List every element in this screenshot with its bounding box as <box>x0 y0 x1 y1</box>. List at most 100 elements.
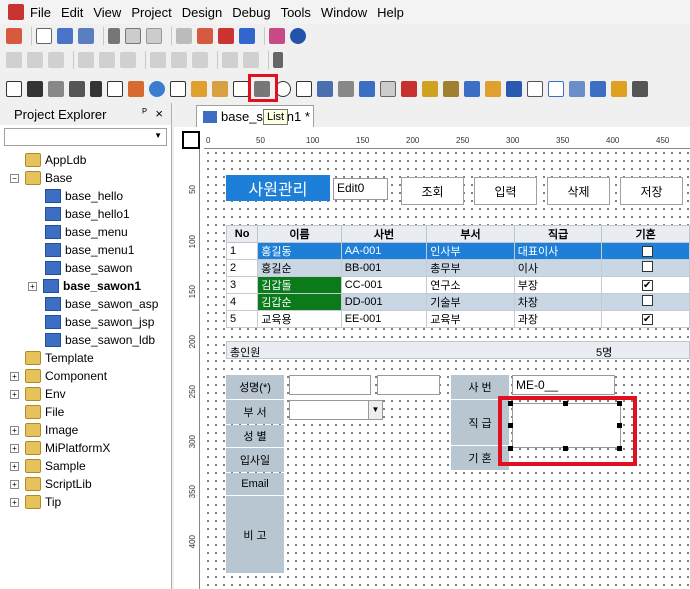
build-icon[interactable] <box>197 28 213 44</box>
combo-icon[interactable] <box>128 81 144 97</box>
save-button[interactable]: 저장 <box>620 177 683 205</box>
tree-item[interactable]: base_sawon_asp <box>0 295 172 313</box>
run-icon[interactable] <box>218 28 234 44</box>
table-row[interactable]: 2 홍길순 BB-001 총무부 이사 <box>225 259 690 277</box>
table-row[interactable]: 4 김갑순 DD-001 기술부 차장 <box>225 293 690 311</box>
menu-view[interactable]: View <box>93 5 121 20</box>
table-row[interactable]: 3 김갑돌 CC-001 연구소 부장 ✔ <box>225 276 690 294</box>
name-field-2[interactable] <box>377 375 440 395</box>
tab-icon[interactable] <box>212 81 228 97</box>
form-canvas[interactable]: 사원관리 Edit0 조회 입력 삭제 저장 No 이름 사번 부서 직급 기혼… <box>204 149 690 589</box>
tab-base-sawon1[interactable]: base_sawon1 * <box>196 105 314 127</box>
cut-icon[interactable] <box>108 28 120 44</box>
button-icon[interactable] <box>380 81 396 97</box>
tree-item[interactable]: Template <box>0 349 172 367</box>
tree-item[interactable]: File <box>0 403 172 421</box>
expand-icon[interactable]: + <box>10 389 19 399</box>
edit-icon[interactable] <box>296 81 312 97</box>
tools-icon[interactable] <box>269 28 285 44</box>
help-icon[interactable] <box>290 28 306 44</box>
align-bottom-icon[interactable] <box>120 52 136 68</box>
save-all-icon[interactable] <box>78 28 94 44</box>
checkbox[interactable]: ✔ <box>641 246 653 257</box>
pointer-icon[interactable] <box>6 81 22 97</box>
column-header[interactable]: 사번 <box>340 225 428 243</box>
copy-icon[interactable] <box>125 28 141 44</box>
same-width-icon[interactable] <box>150 52 166 68</box>
menu-help[interactable]: Help <box>377 5 404 20</box>
split-icon[interactable] <box>569 81 585 97</box>
line-icon[interactable] <box>90 81 102 97</box>
new-project-icon[interactable] <box>6 28 22 44</box>
align-top-icon[interactable] <box>78 52 94 68</box>
print-icon[interactable] <box>176 28 192 44</box>
activex-icon[interactable] <box>632 81 648 97</box>
same-height-icon[interactable] <box>171 52 187 68</box>
close-icon[interactable]: × <box>155 106 163 121</box>
wizard-icon[interactable] <box>611 81 627 97</box>
delete-button[interactable]: 삭제 <box>547 177 610 205</box>
checkbox[interactable] <box>641 295 653 306</box>
tree-item[interactable]: + Env <box>0 385 172 403</box>
space-v-icon[interactable] <box>243 52 259 68</box>
column-header[interactable]: 부서 <box>426 225 515 243</box>
search-button[interactable]: 조회 <box>401 177 464 205</box>
list-button-highlight[interactable] <box>248 74 278 102</box>
align-right-icon[interactable] <box>48 52 64 68</box>
column-header[interactable]: 직급 <box>513 225 603 243</box>
tree-item[interactable]: base_hello1 <box>0 205 172 223</box>
textarea-icon[interactable] <box>317 81 333 97</box>
expand-icon[interactable]: + <box>10 443 19 453</box>
tree-item[interactable]: base_sawon_ldb <box>0 331 172 349</box>
tree-item[interactable]: base_menu <box>0 223 172 241</box>
table-icon[interactable] <box>359 81 375 97</box>
progress-icon[interactable] <box>464 81 480 97</box>
table-row[interactable]: 5 교육용 EE-001 교육부 과장 ✔ <box>225 310 690 328</box>
expand-icon[interactable]: + <box>10 371 19 381</box>
expand-icon[interactable]: + <box>28 281 37 291</box>
expand-icon[interactable]: + <box>10 497 19 507</box>
tree-item[interactable]: base_sawon <box>0 259 172 277</box>
space-h-icon[interactable] <box>222 52 238 68</box>
insert-button[interactable]: 입력 <box>474 177 537 205</box>
calendar-icon[interactable] <box>338 81 354 97</box>
tree-item[interactable]: base_sawon_jsp <box>0 313 172 331</box>
tree-item[interactable]: base_hello <box>0 187 172 205</box>
new-file-icon[interactable] <box>36 28 52 44</box>
image-icon[interactable] <box>191 81 207 97</box>
tree-item[interactable]: + ScriptLib <box>0 475 172 493</box>
menu-icon[interactable] <box>422 81 438 97</box>
expand-icon[interactable]: + <box>10 461 19 471</box>
static-icon[interactable] <box>27 81 43 97</box>
web-icon[interactable] <box>527 81 543 97</box>
pin-icon[interactable]: ᴾ <box>142 107 147 119</box>
project-selector[interactable]: ▼ <box>4 128 167 146</box>
paste-icon[interactable] <box>146 28 162 44</box>
menu-project[interactable]: Project <box>131 5 171 20</box>
dept-combo[interactable]: ▼ <box>289 400 383 420</box>
menu-tools[interactable]: Tools <box>281 5 311 20</box>
graph-icon[interactable] <box>443 81 459 97</box>
align-left-icon[interactable] <box>6 52 22 68</box>
column-header[interactable]: 이름 <box>257 225 342 243</box>
checkbox[interactable]: ✔ <box>641 280 653 291</box>
dataset-icon[interactable] <box>590 81 606 97</box>
checkbox-icon[interactable] <box>170 81 186 97</box>
list-icon[interactable] <box>233 81 249 97</box>
column-header[interactable]: No <box>225 225 259 243</box>
tree-item[interactable]: + Component <box>0 367 172 385</box>
chevron-down-icon[interactable]: ▼ <box>368 401 382 419</box>
tree-item[interactable]: + MiPlatformX <box>0 439 172 457</box>
circle-icon[interactable] <box>149 81 165 97</box>
collapse-icon[interactable]: − <box>10 173 19 183</box>
shape-icon[interactable] <box>69 81 85 97</box>
expand-icon[interactable]: + <box>10 479 19 489</box>
menu-window[interactable]: Window <box>321 5 367 20</box>
expand-icon[interactable]: + <box>10 425 19 435</box>
checkbox[interactable] <box>641 261 653 272</box>
tree-item[interactable]: + base_sawon1 <box>0 277 172 295</box>
align-middle-icon[interactable] <box>99 52 115 68</box>
chart-icon[interactable] <box>401 81 417 97</box>
id-field[interactable]: ME-0__ <box>512 375 615 395</box>
employee-grid[interactable]: No 이름 사번 부서 직급 기혼 1 홍길동 AA-001 인사부 대표이사 ✔ 2 홍길순… <box>225 225 690 328</box>
